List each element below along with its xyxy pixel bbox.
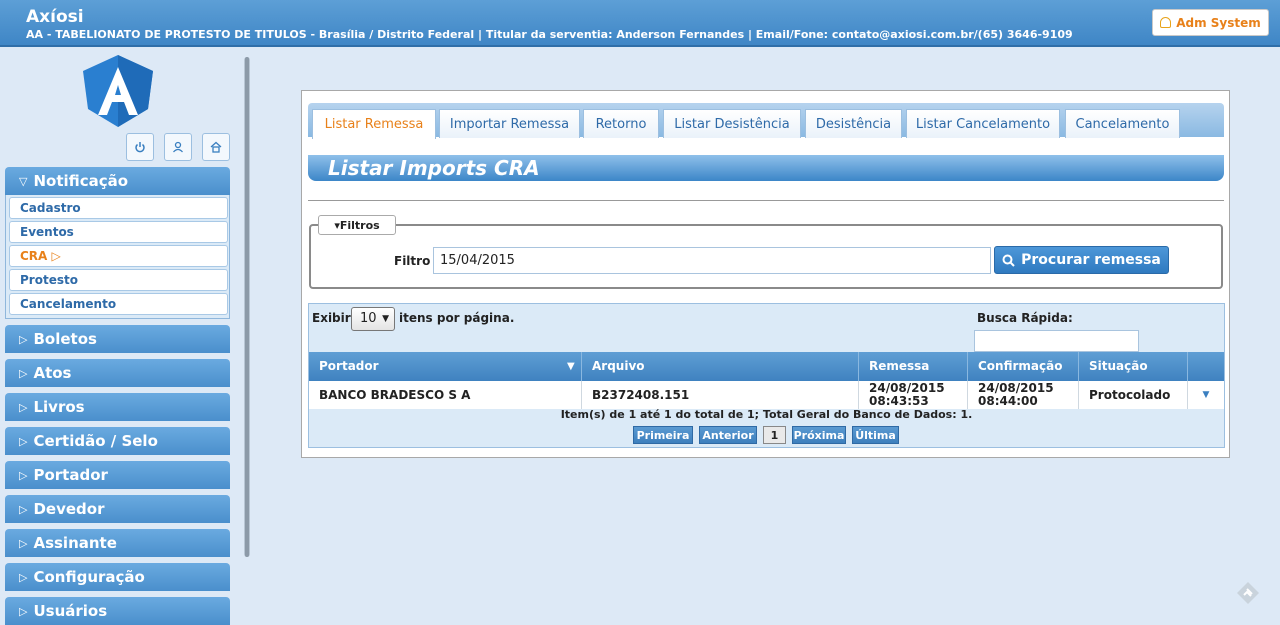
submenu-item-eventos[interactable]: Eventos xyxy=(9,221,228,243)
menu-livros[interactable]: ▷ Livros xyxy=(5,393,230,421)
chevron-down-icon: ▽ xyxy=(19,174,28,188)
cell-remessa: 24/08/2015 08:43:53 xyxy=(859,381,968,409)
menu-usuarios[interactable]: ▷ Usuários xyxy=(5,597,230,625)
menu-label: Livros xyxy=(33,398,85,416)
menu-notificacao[interactable]: ▽ Notificação xyxy=(5,167,230,195)
tab-bar: Listar Remessa Importar Remessa Retorno … xyxy=(308,103,1224,139)
menu-boletos[interactable]: ▷ Boletos xyxy=(5,325,230,353)
tab-desistencia[interactable]: Desistência xyxy=(805,109,902,138)
show-label: Exibir xyxy=(312,311,351,325)
filter-input[interactable] xyxy=(433,247,991,274)
app-logo xyxy=(83,55,153,127)
tab-listar-desistencia[interactable]: Listar Desistência xyxy=(663,109,801,138)
menu-label: Configuração xyxy=(33,568,145,586)
filter-toggle[interactable]: ▾Filtros xyxy=(318,215,396,235)
submenu-item-cadastro[interactable]: Cadastro xyxy=(9,197,228,219)
search-icon xyxy=(1002,254,1015,267)
page-size-select[interactable]: 10 ▼ xyxy=(351,307,395,331)
divider xyxy=(308,200,1224,201)
menu-certidao-selo[interactable]: ▷ Certidão / Selo xyxy=(5,427,230,455)
user-menu-label: Adm System xyxy=(1176,15,1261,30)
chevron-right-icon: ▷ xyxy=(19,400,28,414)
pager-info: Item(s) de 1 até 1 do total de 1; Total … xyxy=(560,408,973,421)
page-title: Listar Imports CRA xyxy=(308,155,1224,181)
items-per-page-label: itens por página. xyxy=(399,311,515,325)
menu-devedor[interactable]: ▷ Devedor xyxy=(5,495,230,523)
menu-label: Boletos xyxy=(33,330,97,348)
cell-confirmacao: 24/08/2015 08:44:00 xyxy=(968,381,1079,409)
main-panel: Listar Remessa Importar Remessa Retorno … xyxy=(301,90,1230,458)
tab-importar-remessa[interactable]: Importar Remessa xyxy=(439,109,580,138)
pager-prev-button[interactable]: Anterior xyxy=(699,426,757,444)
user-icon xyxy=(1160,17,1172,28)
submenu-notificacao: Cadastro Eventos CRA ▷ Protesto Cancelam… xyxy=(5,195,230,319)
submenu-item-cancelamento[interactable]: Cancelamento xyxy=(9,293,228,315)
menu-portador[interactable]: ▷ Portador xyxy=(5,461,230,489)
user-menu-button[interactable]: Adm System xyxy=(1152,9,1269,36)
search-remessa-button[interactable]: Procurar remessa xyxy=(994,246,1169,274)
pager-next-button[interactable]: Próxima xyxy=(792,426,846,444)
menu-configuracao[interactable]: ▷ Configuração xyxy=(5,563,230,591)
column-header-situacao[interactable]: Situação xyxy=(1079,352,1188,381)
chevron-right-icon: ▷ xyxy=(19,536,28,550)
menu-label: Notificação xyxy=(33,172,129,190)
chevron-right-icon: ▷ xyxy=(19,332,28,346)
column-header-portador[interactable]: Portador ▼ xyxy=(309,352,582,381)
tab-retorno[interactable]: Retorno xyxy=(583,109,659,138)
column-header-remessa[interactable]: Remessa xyxy=(859,352,968,381)
sort-desc-icon: ▼ xyxy=(567,361,575,372)
search-button-label: Procurar remessa xyxy=(1021,252,1161,268)
sidebar: ▽ Notificação Cadastro Eventos CRA ▷ Pro… xyxy=(0,49,250,625)
pager-first-button[interactable]: Primeira xyxy=(633,426,693,444)
chevron-right-icon: ▷ xyxy=(19,604,28,618)
cell-situacao: Protocolado xyxy=(1079,381,1188,409)
quick-search-label: Busca Rápida: xyxy=(977,311,1073,325)
app-title: Axíosi xyxy=(26,7,84,27)
filter-fieldset: ▾Filtros Filtro Procurar remessa xyxy=(309,215,1223,289)
cell-arquivo: B2372408.151 xyxy=(582,381,859,409)
tab-listar-remessa[interactable]: Listar Remessa xyxy=(312,109,436,139)
menu-label: Atos xyxy=(33,364,72,382)
column-header-confirmacao[interactable]: Confirmação xyxy=(968,352,1079,381)
sidebar-scrollbar[interactable] xyxy=(244,57,250,557)
chevron-right-icon: ▷ xyxy=(19,366,28,380)
chevron-right-icon: ▷ xyxy=(19,434,28,448)
column-header-actions xyxy=(1188,352,1224,381)
row-expand-icon[interactable]: ▼ xyxy=(1188,381,1224,409)
remessa-time: 08:43:53 xyxy=(869,394,929,408)
power-icon[interactable] xyxy=(126,133,154,161)
chevron-down-icon: ▼ xyxy=(382,314,389,324)
menu-label: Devedor xyxy=(33,500,105,518)
column-header-arquivo[interactable]: Arquivo xyxy=(582,352,859,381)
table-row[interactable]: BANCO BRADESCO S A B2372408.151 24/08/20… xyxy=(309,381,1224,409)
quick-search-input[interactable] xyxy=(974,330,1139,352)
menu-label: Assinante xyxy=(33,534,117,552)
results-grid: Exibir 10 ▼ itens por página. Busca Rápi… xyxy=(308,303,1225,448)
page-size-value: 10 xyxy=(360,311,377,326)
filter-label: Filtro xyxy=(394,254,431,268)
menu-label: Certidão / Selo xyxy=(33,432,158,450)
chevron-right-icon: ▷ xyxy=(19,502,28,516)
home-icon[interactable] xyxy=(202,133,230,161)
cell-portador: BANCO BRADESCO S A xyxy=(309,381,582,409)
submenu-item-cra[interactable]: CRA ▷ xyxy=(9,245,228,267)
table-header: Portador ▼ Arquivo Remessa Confirmação S… xyxy=(309,352,1224,381)
pager-last-button[interactable]: Última xyxy=(852,426,899,444)
pager-current-page[interactable]: 1 xyxy=(763,426,786,444)
feedback-icon[interactable] xyxy=(1236,581,1260,605)
tab-cancelamento[interactable]: Cancelamento xyxy=(1065,109,1180,138)
user-icon[interactable] xyxy=(164,133,192,161)
confirmacao-time: 08:44:00 xyxy=(978,394,1038,408)
chevron-right-icon: ▷ xyxy=(19,570,28,584)
menu-atos[interactable]: ▷ Atos xyxy=(5,359,230,387)
submenu-item-protesto[interactable]: Protesto xyxy=(9,269,228,291)
tab-listar-cancelamento[interactable]: Listar Cancelamento xyxy=(906,109,1060,138)
menu-label: Portador xyxy=(33,466,108,484)
menu-assinante[interactable]: ▷ Assinante xyxy=(5,529,230,557)
app-header: Axíosi AA - TABELIONATO DE PROTESTO DE T… xyxy=(0,0,1280,47)
menu-label: Usuários xyxy=(33,602,108,620)
app-subtitle: AA - TABELIONATO DE PROTESTO DE TITULOS … xyxy=(26,28,1073,41)
chevron-right-icon: ▷ xyxy=(19,468,28,482)
